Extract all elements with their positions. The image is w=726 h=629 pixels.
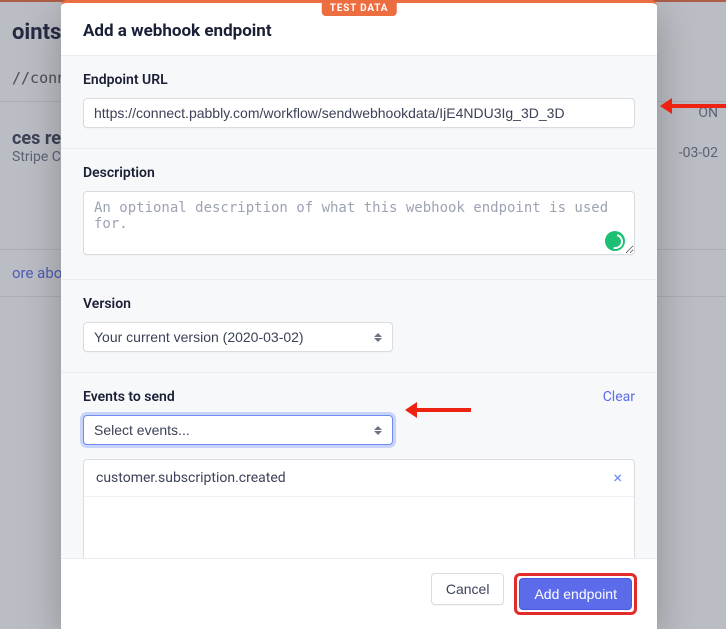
selected-events-list: customer.subscription.created ×: [83, 459, 635, 558]
version-select[interactable]: Your current version (2020-03-02): [83, 322, 393, 352]
event-name: customer.subscription.created: [96, 470, 286, 486]
add-endpoint-button[interactable]: Add endpoint: [519, 578, 632, 610]
test-data-badge: TEST DATA: [322, 1, 397, 16]
modal-title: Add a webhook endpoint: [83, 21, 635, 41]
endpoint-url-input[interactable]: [83, 98, 635, 128]
chevron-updown-icon: [372, 330, 384, 344]
clear-events-link[interactable]: Clear: [603, 389, 635, 405]
events-select-placeholder: Select events...: [94, 422, 190, 438]
annotation-arrow: [415, 408, 471, 412]
description-label: Description: [83, 165, 635, 181]
version-selected: Your current version (2020-03-02): [94, 329, 304, 345]
description-textarea[interactable]: [83, 191, 635, 255]
highlight-box: Add endpoint: [514, 573, 637, 615]
cancel-button[interactable]: Cancel: [431, 573, 505, 605]
events-label: Events to send: [83, 389, 175, 405]
modal-body: Endpoint URL Description Version Your cu…: [61, 55, 657, 558]
endpoint-url-label: Endpoint URL: [83, 72, 635, 88]
chevron-updown-icon: [372, 423, 384, 437]
events-select[interactable]: Select events...: [83, 415, 393, 445]
modal-footer: Cancel Add endpoint: [61, 558, 657, 629]
version-label: Version: [83, 296, 635, 312]
webhook-modal: TEST DATA Add a webhook endpoint Endpoin…: [61, 0, 657, 629]
event-row: customer.subscription.created ×: [84, 460, 634, 497]
grammarly-icon[interactable]: [605, 231, 625, 251]
annotation-arrow: [670, 104, 726, 108]
remove-event-icon[interactable]: ×: [613, 470, 622, 486]
